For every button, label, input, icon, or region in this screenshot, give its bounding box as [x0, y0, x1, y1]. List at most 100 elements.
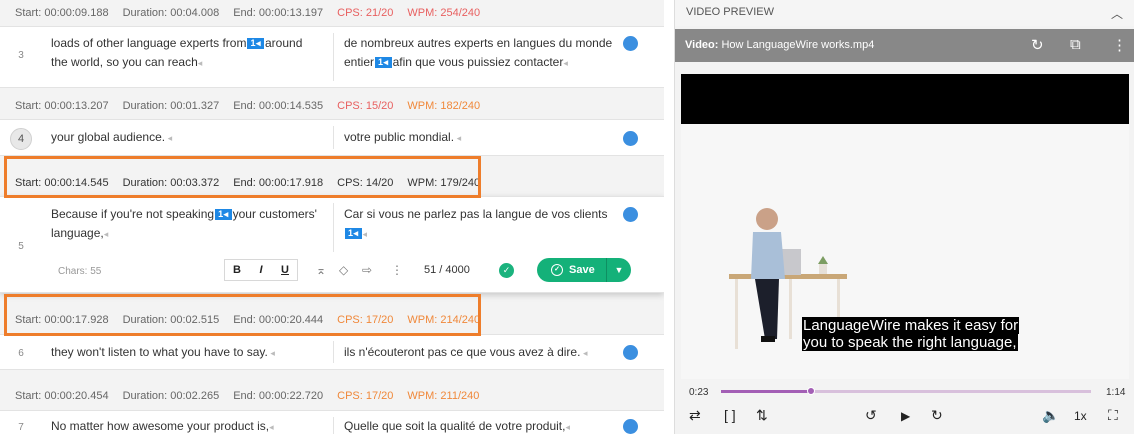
forward-icon[interactable]: ↻	[931, 407, 943, 424]
pilcrow-icon: ◂	[454, 133, 462, 143]
end-time: End: 00:00:14.535	[233, 100, 324, 112]
panel-header[interactable]: VIDEO PREVIEW ︿	[675, 0, 1134, 26]
seek-bar-fill	[721, 390, 811, 393]
end-time: End: 00:00:22.720	[233, 390, 324, 402]
segment-number: 7	[18, 422, 24, 433]
speed-button[interactable]: 1x	[1074, 409, 1087, 423]
play-icon[interactable]: ▶	[901, 409, 910, 423]
more-options-icon[interactable]: ⋮	[1112, 36, 1127, 54]
start-time: Start: 00:00:13.207	[15, 100, 109, 112]
table-row[interactable]: 7 No matter how awesome your product is,…	[0, 410, 664, 434]
column-divider	[333, 341, 334, 363]
table-row[interactable]: 6 they won't listen to what you have to …	[0, 334, 664, 370]
save-button[interactable]: ✓ Save ▼	[537, 258, 631, 282]
column-divider	[333, 203, 334, 252]
pilcrow-icon: ◂	[563, 58, 568, 68]
bold-button[interactable]: B	[225, 260, 249, 280]
segment-number: 4	[10, 128, 32, 150]
tag-pill: 1◂	[247, 38, 264, 49]
total-time: 1:14	[1106, 387, 1126, 398]
confirmed-check-icon: ✓	[499, 263, 514, 278]
edit-pencil-icon[interactable]	[623, 419, 638, 434]
refresh-icon[interactable]: ↻	[1031, 36, 1044, 54]
video-title: Video: How LanguageWire works.mp4	[685, 39, 875, 51]
start-time: Start: 00:00:20.454	[15, 390, 109, 402]
brackets-icon[interactable]: [ ]	[724, 407, 736, 423]
more-options-icon[interactable]: ⋮	[391, 263, 403, 277]
text-counter: 51 / 4000	[424, 264, 470, 276]
panel-title: VIDEO PREVIEW	[686, 6, 775, 18]
clear-format-icon[interactable]: ⌅	[316, 263, 326, 277]
char-count: Chars: 55	[58, 266, 102, 277]
segment-number: 5	[18, 241, 24, 252]
duration: Duration: 00:01.327	[122, 100, 220, 112]
loop-icon[interactable]: ⇅	[756, 407, 768, 424]
editor-toolbar: Chars: 55 B I U ⌅ ◇ ⇨ ⋮ 51 / 4000 ✓ ✓ Sav…	[0, 257, 664, 283]
italic-button[interactable]: I	[249, 260, 273, 280]
cps-value: CPS: 15/20	[337, 100, 394, 112]
table-row[interactable]: 3 loads of other language experts from 1◂…	[0, 26, 664, 88]
target-text[interactable]: de nombreux autres experts en langues du…	[344, 34, 614, 73]
duration: Duration: 00:02.265	[122, 390, 220, 402]
video-frame[interactable]: LanguageWire makes it easy for you to sp…	[681, 74, 1129, 379]
rewind-icon[interactable]: ↺	[865, 407, 877, 424]
table-row[interactable]: 4 your global audience. ◂ votre public m…	[0, 119, 664, 156]
wpm-value: WPM: 182/240	[407, 100, 481, 112]
target-text[interactable]: Quelle que soit la qualité de votre prod…	[344, 417, 614, 434]
end-time: End: 00:00:13.197	[233, 7, 324, 19]
format-group: B I U	[224, 259, 298, 281]
pilcrow-icon: ◂	[267, 348, 275, 358]
pilcrow-icon: ◂	[165, 133, 173, 143]
source-text[interactable]: Because if you're not speaking 1◂ your cus…	[51, 205, 321, 244]
duration: Duration: 00:04.008	[122, 7, 220, 19]
column-divider	[333, 126, 334, 149]
target-text[interactable]: votre public mondial. ◂	[344, 128, 614, 148]
pilcrow-icon: ◂	[103, 229, 109, 239]
timing-highlight-box	[4, 294, 481, 336]
chevron-up-icon[interactable]: ︿	[1111, 5, 1123, 22]
save-dropdown-icon[interactable]: ▼	[607, 265, 631, 275]
seek-bar[interactable]	[721, 387, 1091, 395]
video-preview-panel: VIDEO PREVIEW ︿ Video: How LanguageWire …	[674, 0, 1134, 434]
volume-icon[interactable]: 🔈	[1042, 407, 1059, 424]
edit-pencil-icon[interactable]	[623, 131, 638, 146]
tag-pill: 1◂	[345, 228, 362, 239]
source-text[interactable]: your global audience. ◂	[51, 128, 321, 148]
open-external-icon[interactable]: ⧉	[1070, 36, 1081, 53]
tag-pill: 1◂	[215, 209, 232, 220]
segment-number: 3	[18, 50, 24, 61]
start-time: Start: 00:00:09.188	[15, 7, 109, 19]
edit-pencil-icon[interactable]	[623, 207, 638, 222]
video-title-bar: Video: How LanguageWire works.mp4 ↻ ⧉ ⋮	[675, 29, 1134, 62]
subtitle-overlay: LanguageWire makes it easy for you to sp…	[802, 317, 1020, 351]
fullscreen-icon[interactable]: ⛶	[1108, 407, 1118, 424]
column-divider	[333, 33, 334, 81]
column-divider	[333, 417, 334, 434]
edit-pencil-icon[interactable]	[623, 36, 638, 51]
segment-number: 6	[18, 348, 24, 359]
target-text[interactable]: ils n'écouteront pas ce que vous avez à …	[344, 343, 614, 363]
active-segment[interactable]: 5 Because if you're not speaking 1◂ your c…	[0, 196, 664, 293]
player-controls: 0:23 1:14 ⇄ [ ] ⇅ ↺ ▶ ↻ 🔈 1x ⛶	[675, 380, 1134, 434]
pilcrow-icon: ◂	[362, 229, 368, 239]
source-text[interactable]: No matter how awesome your product is,◂	[51, 417, 321, 434]
swap-icon[interactable]: ⇄	[689, 407, 701, 424]
subtitle-editor: Start: 00:00:09.188 Duration: 00:04.008 …	[0, 0, 664, 434]
tag-icon[interactable]: ◇	[339, 263, 348, 277]
segment-timing-bar: Start: 00:00:20.454 Duration: 00:02.265 …	[0, 383, 664, 409]
seek-handle[interactable]	[806, 387, 815, 395]
pilcrow-icon: ◂	[197, 58, 203, 68]
timing-highlight-box	[4, 156, 481, 198]
pilcrow-icon: ◂	[269, 422, 274, 432]
wpm-value: WPM: 254/240	[407, 7, 481, 19]
segment-timing-bar: Start: 00:00:13.207 Duration: 00:01.327 …	[0, 93, 664, 119]
pilcrow-icon: ◂	[580, 348, 588, 358]
source-text[interactable]: loads of other language experts from 1◂ ar…	[51, 34, 321, 73]
current-time: 0:23	[689, 387, 709, 398]
underline-button[interactable]: U	[273, 260, 297, 280]
source-text[interactable]: they won't listen to what you have to sa…	[51, 343, 321, 363]
target-text-editor[interactable]: Car si vous ne parlez pas la langue de v…	[344, 205, 614, 244]
arrow-right-icon[interactable]: ⇨	[362, 263, 372, 277]
edit-pencil-icon[interactable]	[623, 345, 638, 360]
tag-pill: 1◂	[375, 57, 392, 68]
